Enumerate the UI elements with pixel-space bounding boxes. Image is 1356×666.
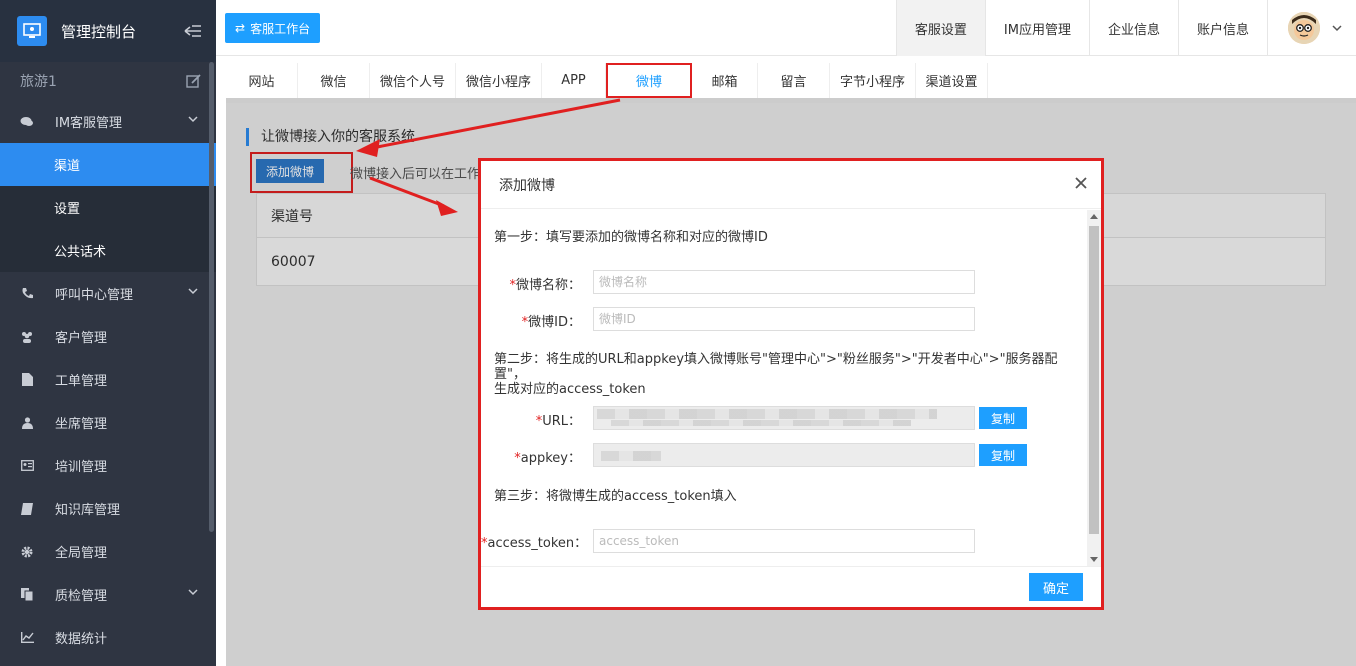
tab-account-info[interactable]: 账户信息	[1177, 0, 1268, 56]
redacted-url-2	[611, 420, 911, 426]
sidebar-item-global[interactable]: 全局管理	[0, 530, 216, 573]
scroll-up-icon[interactable]	[1090, 214, 1098, 219]
workspace-button-label: 客服工作台	[250, 21, 311, 36]
sidebar-subitem-phrases[interactable]: 公共话术	[0, 229, 216, 272]
sidebar-scrollbar[interactable]	[209, 62, 214, 532]
sidebar-item-im[interactable]: IM客服管理	[0, 100, 216, 143]
weibo-name-label: *微博名称：	[509, 278, 581, 293]
channel-tab-channel-settings[interactable]: 渠道设置	[916, 63, 988, 98]
book-icon	[20, 502, 34, 516]
weibo-id-input[interactable]: 微博ID	[593, 307, 975, 331]
channel-tab-message[interactable]: 留言	[758, 63, 830, 98]
channel-tab-wechat-personal[interactable]: 微信个人号	[370, 63, 456, 98]
chevron-down-icon[interactable]	[1332, 24, 1342, 32]
avatar[interactable]	[1288, 12, 1320, 44]
redacted-url	[597, 409, 937, 419]
sidebar-item-customers[interactable]: 客户管理	[0, 315, 216, 358]
modal-header: 添加微博	[481, 161, 1101, 209]
sidebar-subitem-settings[interactable]: 设置	[0, 186, 216, 229]
step-one-text: 第一步：填写要添加的微博名称和对应的微博ID	[494, 230, 768, 245]
users-icon	[20, 330, 34, 344]
appkey-label: *appkey：	[514, 451, 581, 466]
gear-icon	[20, 545, 34, 559]
chevron-down-icon	[188, 288, 198, 295]
step-two-line-2: 生成对应的access_token	[494, 382, 646, 397]
tab-im-apps[interactable]: IM应用管理	[984, 0, 1089, 56]
channel-tab-wechat[interactable]: 微信	[298, 63, 370, 98]
tab-company-info[interactable]: 企业信息	[1088, 0, 1178, 56]
sidebar-item-label: 呼叫中心管理	[55, 288, 134, 303]
url-label: *URL：	[535, 414, 581, 429]
channel-tab-weibo[interactable]: 微博	[606, 63, 692, 98]
step-three-text: 第三步：将微博生成的access_token填入	[494, 489, 737, 504]
channel-tab-website[interactable]: 网站	[226, 63, 298, 98]
edit-icon[interactable]	[186, 73, 202, 89]
phone-icon	[20, 287, 34, 301]
sidebar-item-label: 质检管理	[55, 589, 108, 604]
chart-icon	[20, 631, 34, 645]
add-weibo-modal: 添加微博 第一步：填写要添加的微博名称和对应的微博ID *微博名称： 微博名称 …	[478, 158, 1104, 610]
step-two-text: 第二步：将生成的URL和appkey填入微博账号"管理中心">"粉丝服务">"开…	[494, 352, 1087, 397]
chevron-down-icon	[188, 589, 198, 596]
sidebar-item-label: 全局管理	[55, 546, 108, 561]
access-token-label: *access_token：	[481, 536, 588, 551]
user-icon	[20, 416, 34, 430]
collapse-menu-icon[interactable]	[184, 24, 202, 38]
weibo-id-label: *微博ID：	[521, 315, 581, 330]
access-token-input[interactable]: access_token	[593, 529, 975, 553]
channel-tab-bytedance[interactable]: 字节小程序	[830, 63, 916, 98]
sidebar: 管理控制台 旅游1 IM客服管理 渠道 设置 公共话术 呼叫中心管理 客户管理 …	[0, 0, 216, 666]
scroll-down-icon[interactable]	[1090, 557, 1098, 562]
sidebar-header: 管理控制台	[0, 0, 216, 62]
document-icon	[20, 373, 34, 387]
modal-footer: 确定	[481, 566, 1101, 607]
channel-tab-email[interactable]: 邮箱	[692, 63, 758, 98]
sidebar-item-label: 客户管理	[55, 331, 108, 346]
workspace-button[interactable]: ⇄ 客服工作台	[225, 13, 321, 43]
tenant-label: 旅游1	[20, 74, 57, 90]
modal-scrollbar[interactable]	[1087, 210, 1101, 566]
modal-body: 第一步：填写要添加的微博名称和对应的微博ID *微博名称： 微博名称 *微博ID…	[481, 210, 1087, 566]
copy-appkey-button[interactable]: 复制	[979, 444, 1027, 466]
sidebar-item-label: 数据统计	[55, 632, 108, 647]
tenant-name: 旅游1	[0, 62, 216, 100]
sidebar-item-tickets[interactable]: 工单管理	[0, 358, 216, 401]
swap-icon: ⇄	[235, 21, 246, 35]
sidebar-item-statistics[interactable]: 数据统计	[0, 616, 216, 659]
chevron-down-icon	[188, 116, 198, 123]
redacted-appkey	[601, 451, 661, 461]
sidebar-item-quality[interactable]: 质检管理	[0, 573, 216, 616]
monitor-icon	[17, 16, 47, 46]
sidebar-item-label: 培训管理	[55, 460, 108, 475]
tab-service-settings[interactable]: 客服设置	[895, 0, 985, 56]
channel-tab-wechat-miniprogram[interactable]: 微信小程序	[456, 63, 542, 98]
copy-url-button[interactable]: 复制	[979, 407, 1027, 429]
sidebar-subitem-channel[interactable]: 渠道	[0, 143, 216, 186]
sidebar-item-label: IM客服管理	[55, 116, 123, 131]
modal-title: 添加微博	[499, 177, 555, 194]
app-title: 管理控制台	[61, 22, 137, 41]
confirm-button[interactable]: 确定	[1029, 573, 1083, 601]
step-two-line-1: 第二步：将生成的URL和appkey填入微博账号"管理中心">"粉丝服务">"开…	[494, 352, 1058, 382]
sidebar-item-training[interactable]: 培训管理	[0, 444, 216, 487]
close-icon[interactable]	[1073, 175, 1089, 191]
scroll-thumb[interactable]	[1089, 226, 1099, 534]
top-nav: 客服设置 IM应用管理 企业信息 账户信息	[895, 0, 1268, 56]
sidebar-item-knowledge[interactable]: 知识库管理	[0, 487, 216, 530]
sidebar-item-label: 坐席管理	[55, 417, 108, 432]
id-card-icon	[20, 459, 34, 473]
sidebar-item-callcenter[interactable]: 呼叫中心管理	[0, 272, 216, 315]
channel-tab-app[interactable]: APP	[542, 63, 606, 98]
topbar: ⇄ 客服工作台 客服设置 IM应用管理 企业信息 账户信息	[216, 0, 1356, 56]
weibo-name-input[interactable]: 微博名称	[593, 270, 975, 294]
sidebar-item-label: 工单管理	[55, 374, 108, 389]
sidebar-item-agents[interactable]: 坐席管理	[0, 401, 216, 444]
chat-icon	[20, 115, 34, 129]
channel-tabs: 网站 微信 微信个人号 微信小程序 APP 微博 邮箱 留言 字节小程序 渠道设…	[226, 63, 1356, 98]
copy-icon	[20, 588, 34, 602]
sidebar-item-label: 知识库管理	[55, 503, 121, 518]
